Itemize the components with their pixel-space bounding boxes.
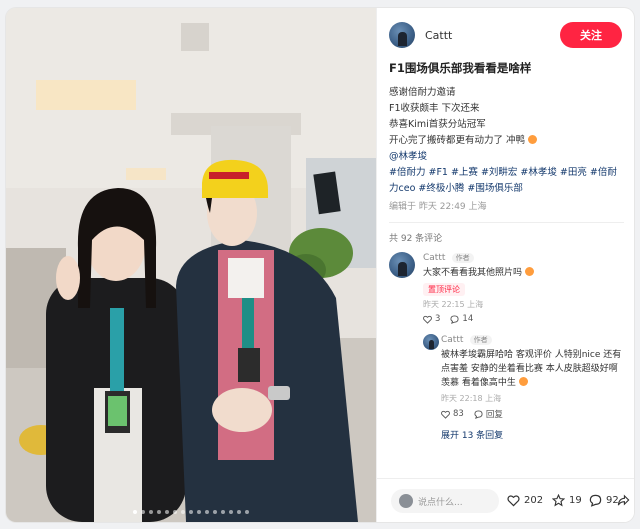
carousel-dot[interactable] [213, 510, 217, 514]
comment-text: 大家不看看我其他照片吗 [423, 268, 523, 278]
carousel-dot[interactable] [157, 510, 161, 514]
post-text-line: F1收获颇丰 下次还来 [389, 103, 480, 114]
carousel-dot[interactable] [245, 510, 249, 514]
share-button[interactable] [617, 494, 630, 507]
reply-time: 昨天 22:18 上海 [441, 394, 502, 403]
post-text-line-4: 开心完了搬砖都更有动力了 冲鸭 [389, 133, 624, 149]
post-photo[interactable] [6, 8, 376, 522]
note-detail-panel: Cattt 关注 F1围场俱乐部我看看是啥样 感谢倍耐力邀请 F1收获颇丰 下次… [376, 8, 634, 522]
follow-button[interactable]: 关注 [560, 22, 622, 48]
collect-count: 19 [569, 495, 582, 506]
reply-like-button[interactable]: 83 [441, 409, 464, 419]
chat-bubble-icon [450, 314, 459, 324]
comment-input-placeholder: 说点什么... [418, 497, 463, 508]
chat-bubble-icon [474, 409, 483, 419]
carousel-dot[interactable] [221, 510, 225, 514]
heart-icon [507, 495, 520, 507]
comment-like-count: 3 [435, 314, 441, 324]
carousel-dot[interactable] [165, 510, 169, 514]
post-text-line: 感谢倍耐力邀请 [389, 87, 456, 98]
author-tag: 作者 [469, 335, 492, 345]
like-count: 202 [524, 495, 544, 506]
share-icon [617, 494, 630, 506]
post-edit-time: 编辑于 昨天 22:49 上海 [389, 202, 487, 212]
user-avatar [399, 494, 413, 508]
comment-button[interactable]: 92 [589, 494, 619, 507]
like-button[interactable]: 202 [507, 494, 543, 507]
comment-reply-button[interactable]: 14 [450, 314, 473, 324]
emoji-icon [524, 267, 534, 276]
reply-like-count: 83 [453, 409, 464, 419]
replier-name[interactable]: Cattt [441, 335, 463, 345]
commenter-name[interactable]: Cattt [423, 253, 445, 263]
collect-button[interactable]: 19 [552, 494, 582, 507]
carousel-dot[interactable] [189, 510, 193, 514]
carousel-dot[interactable] [197, 510, 201, 514]
author-bar: Cattt 关注 [389, 20, 622, 50]
emoji-icon [518, 377, 528, 386]
comment-actions: 3 14 [423, 314, 624, 324]
carousel-dot[interactable] [141, 510, 145, 514]
emoji-icon [528, 135, 538, 144]
replier-avatar[interactable] [423, 334, 439, 350]
comment-time: 昨天 22:15 上海 [423, 300, 484, 309]
reply-reply-button[interactable]: 回复 [474, 408, 503, 420]
post-text-line: 开心完了搬砖都更有动力了 冲鸭 [389, 135, 526, 146]
carousel-dot[interactable] [133, 510, 137, 514]
expand-replies-link[interactable]: 展开 13 条回复 [389, 428, 624, 441]
comment-like-button[interactable]: 3 [423, 314, 440, 324]
comment-item: Cattt 作者 大家不看看我其他照片吗 置顶评论 昨天 22:15 上海 3 [389, 252, 624, 324]
carousel-dot[interactable] [229, 510, 233, 514]
post-text-line: 恭喜Kimi首获分站冠军 [389, 119, 486, 130]
carousel-indicator[interactable] [6, 510, 376, 514]
carousel-dot[interactable] [181, 510, 185, 514]
divider [389, 222, 624, 223]
chat-bubble-icon [589, 494, 602, 507]
author-tag: 作者 [451, 253, 474, 263]
carousel-dot[interactable] [237, 510, 241, 514]
reply-text: 被林孝埈霸屏哈哈 客观评价 人特别nice 还有点害羞 安静的坐着看比赛 本人皮… [441, 350, 622, 388]
author-name[interactable]: Cattt [425, 29, 452, 42]
photo-illustration [6, 8, 376, 522]
carousel-dot[interactable] [205, 510, 209, 514]
star-icon [552, 494, 565, 507]
post-mention[interactable]: @林孝埈 [389, 149, 624, 165]
note-card: Cattt 关注 F1围场俱乐部我看看是啥样 感谢倍耐力邀请 F1收获颇丰 下次… [6, 8, 634, 522]
reply-actions: 83 回复 [441, 408, 624, 420]
comment-input[interactable]: 说点什么... [391, 489, 499, 513]
reply-text-row: 被林孝埈霸屏哈哈 客观评价 人特别nice 还有点害羞 安静的坐着看比赛 本人皮… [441, 348, 624, 390]
carousel-dot[interactable] [149, 510, 153, 514]
post-tags[interactable]: #倍耐力 #F1 #上赛 #刘畊宏 #林孝埈 #田亮 #倍耐力ceo #终极小腾… [389, 165, 624, 197]
author-avatar[interactable] [389, 22, 415, 48]
heart-icon [441, 410, 450, 419]
heart-icon [423, 315, 432, 324]
carousel-dot[interactable] [173, 510, 177, 514]
post-title: F1围场俱乐部我看看是啥样 [389, 61, 532, 75]
comment-count: 共 92 条评论 [389, 234, 443, 244]
reply-item: Cattt 作者 被林孝埈霸屏哈哈 客观评价 人特别nice 还有点害羞 安静的… [389, 334, 624, 420]
pinned-badge: 置顶评论 [423, 283, 465, 296]
bottom-action-bar: 说点什么... 202 19 92 [377, 478, 634, 522]
comment-reply-count: 14 [462, 314, 474, 324]
note-scroll-area[interactable]: F1围场俱乐部我看看是啥样 感谢倍耐力邀请 F1收获颇丰 下次还来 恭喜Kimi… [389, 60, 624, 476]
comment-text-row: 大家不看看我其他照片吗 [423, 266, 624, 280]
commenter-avatar[interactable] [389, 252, 415, 278]
reply-label: 回复 [485, 410, 503, 420]
